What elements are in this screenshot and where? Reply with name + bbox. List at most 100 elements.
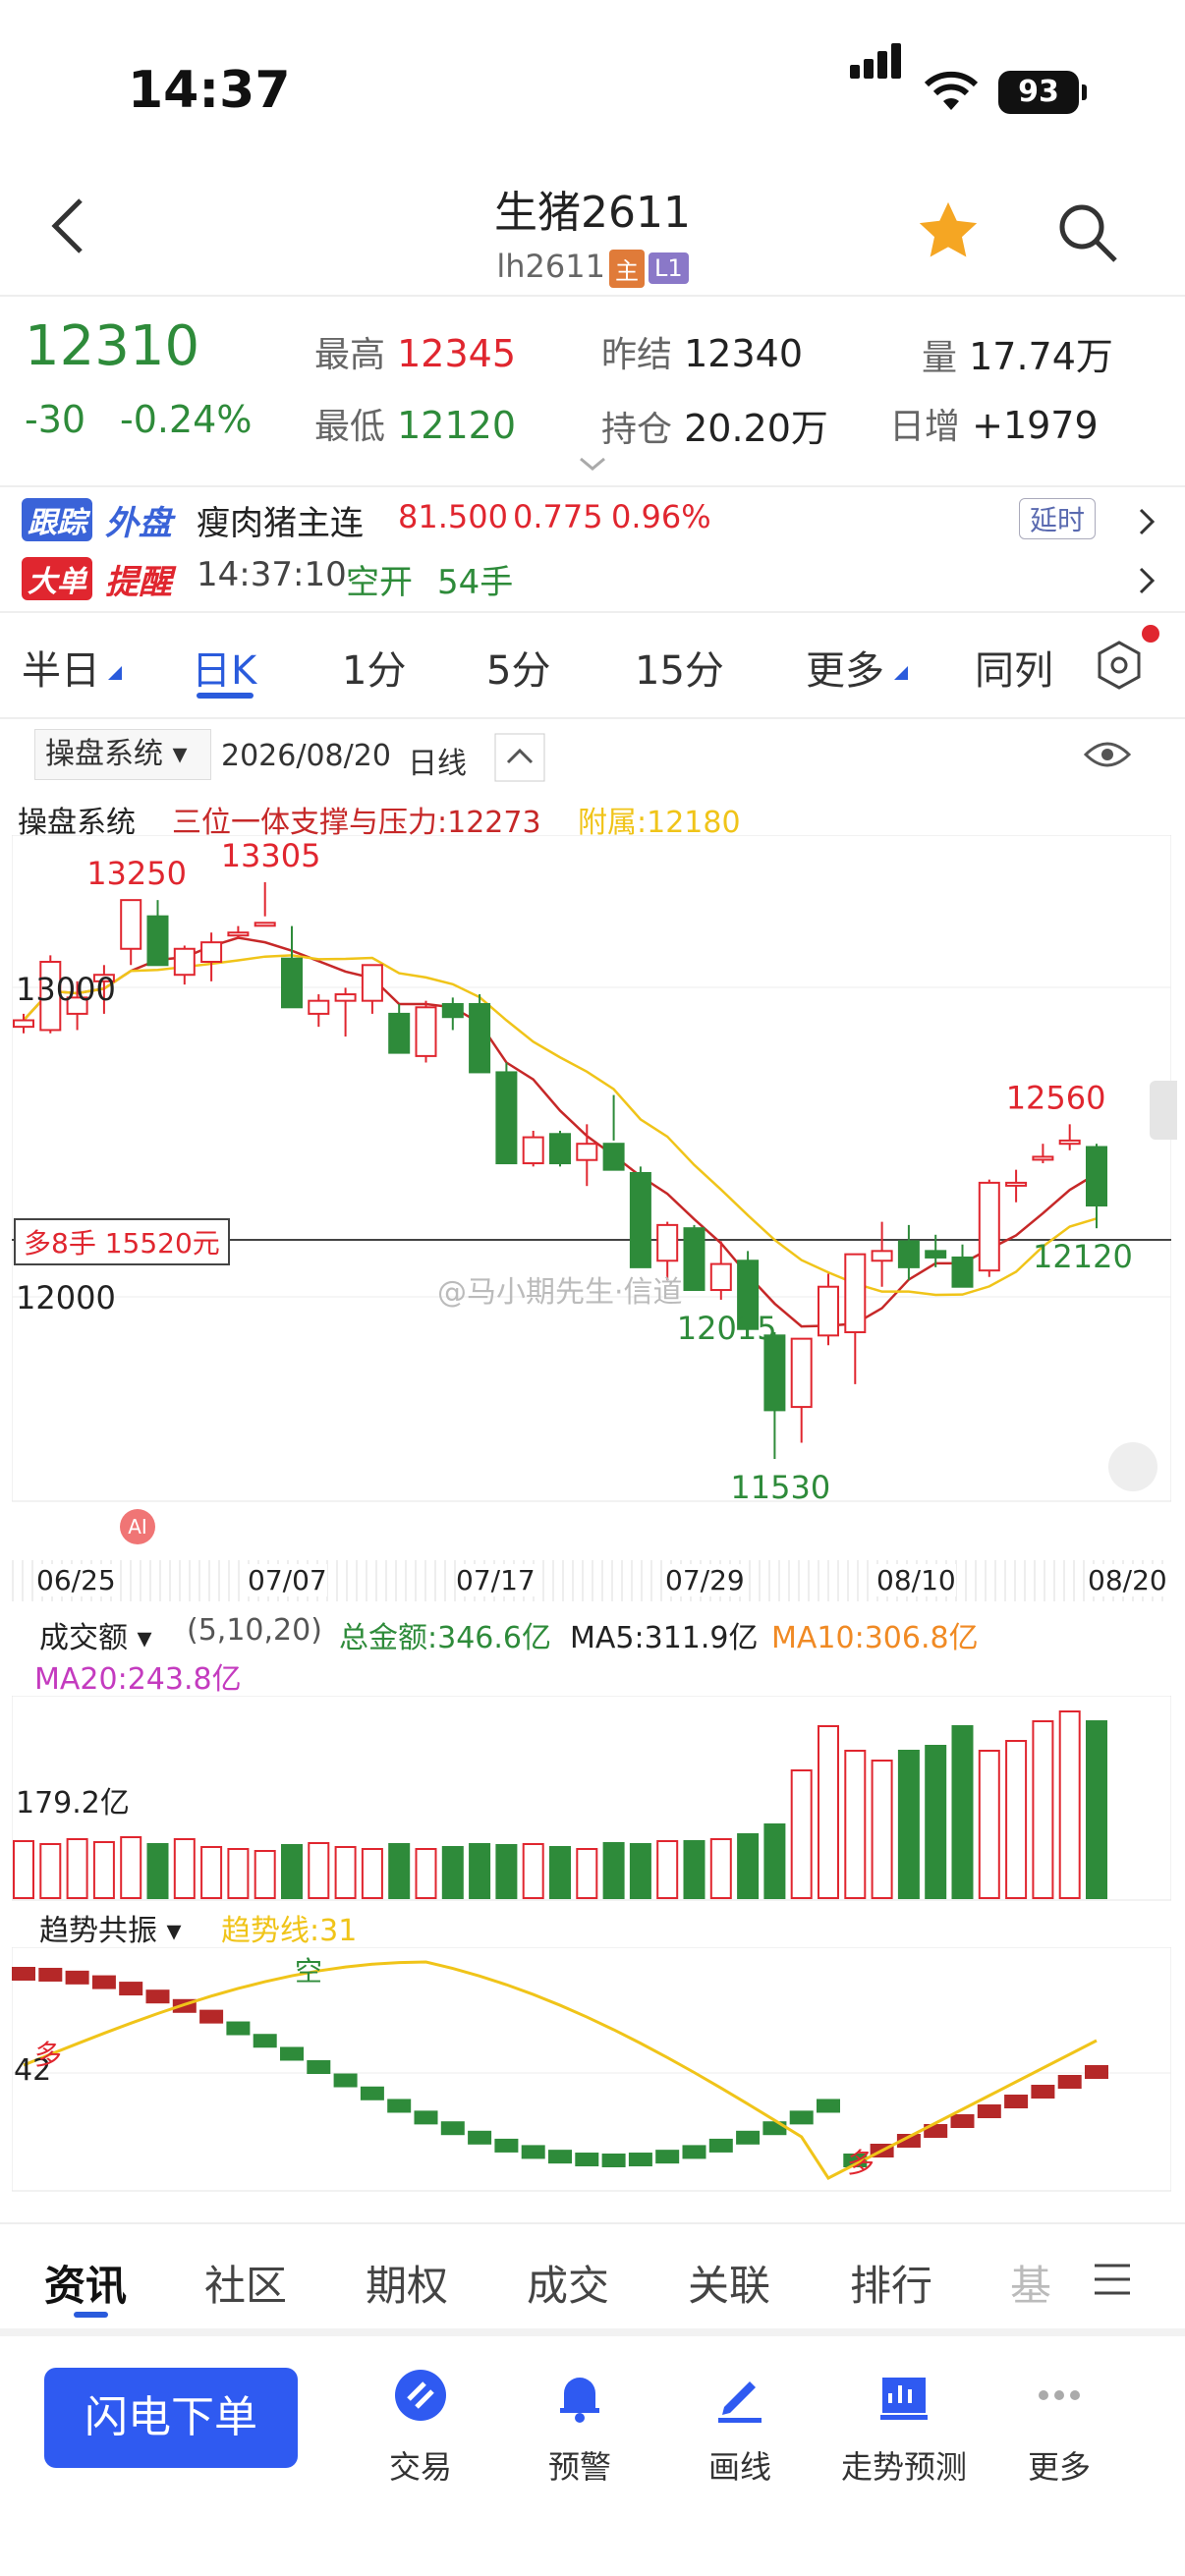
volume-bar (469, 1843, 491, 1899)
candle[interactable] (308, 999, 330, 1015)
favorite-star-icon[interactable] (914, 196, 983, 265)
system-selector[interactable]: 操盘系统 ▾ (34, 729, 211, 780)
trend-block (38, 1967, 63, 1982)
chart-date: 2026/08/20 (221, 739, 391, 773)
candle[interactable] (1005, 1181, 1028, 1187)
date-label: 08/20 (1088, 1564, 1167, 1596)
tab-5min[interactable]: 5分 (486, 639, 550, 696)
active-tab-indicator (74, 2312, 108, 2318)
menu-icon[interactable] (1093, 2263, 1132, 2296)
tab-fundamental[interactable]: 基 (1010, 2253, 1051, 2313)
candle[interactable] (1086, 1146, 1107, 1207)
tab-same-list[interactable]: 同列 (975, 639, 1053, 696)
candle[interactable] (281, 957, 303, 1009)
settings-hex-icon[interactable] (1093, 639, 1146, 692)
candle[interactable] (656, 1223, 679, 1262)
candle[interactable] (227, 931, 250, 937)
fullscreen-icon[interactable] (1108, 1442, 1157, 1491)
candle[interactable] (790, 1337, 813, 1409)
price-level-12000: 12000 (16, 1279, 116, 1316)
trend-chart (12, 1947, 1171, 2192)
candle[interactable] (925, 1250, 947, 1259)
more-button[interactable]: 更多 (1000, 2366, 1118, 2488)
candle[interactable] (334, 993, 357, 1002)
draw-button[interactable]: 画线 (681, 2366, 799, 2488)
trend-indicator-name[interactable]: 趋势共振 ▾ (39, 1906, 182, 1949)
tab-news[interactable]: 资讯 (44, 2253, 127, 2313)
draw-label: 画线 (707, 2448, 771, 2486)
candlestick-chart[interactable]: 13250 13305 12015 11530 12560 12120 (12, 835, 1171, 1503)
candle[interactable] (173, 947, 196, 977)
tab-related[interactable]: 关联 (688, 2253, 770, 2313)
tab-trades[interactable]: 成交 (527, 2253, 609, 2313)
prev-settle-value: 12340 (684, 332, 803, 375)
day-increase-label: 日增 (889, 407, 961, 447)
candle[interactable] (361, 964, 383, 1002)
candle[interactable] (818, 1285, 839, 1337)
flash-order-button[interactable]: 闪电下单 (44, 2368, 298, 2468)
dropdown-triangle-icon (894, 666, 908, 680)
candle[interactable] (388, 1012, 411, 1054)
volume-bar (1058, 1710, 1081, 1899)
alert-row[interactable]: 大单 提醒 14:37:10 空开 54手 (22, 555, 1181, 602)
volume-total: 总金额:346.6亿 (339, 1621, 551, 1655)
candle[interactable] (978, 1181, 1000, 1272)
trend-block (817, 2099, 840, 2113)
candle[interactable] (254, 922, 276, 927)
tab-more[interactable]: 更多 (806, 639, 884, 696)
side-handle[interactable] (1150, 1081, 1177, 1140)
candle[interactable] (120, 899, 142, 950)
candle[interactable] (441, 1002, 464, 1019)
volume-label: 量 (922, 338, 958, 378)
candle[interactable] (897, 1240, 920, 1268)
volume-bar (146, 1843, 169, 1899)
candle[interactable] (576, 1143, 598, 1161)
trend-block (91, 1975, 116, 1989)
pen-icon (718, 2381, 762, 2423)
eye-icon[interactable] (1084, 739, 1131, 770)
tab-half-day[interactable]: 半日 (22, 639, 100, 696)
follow-row[interactable]: 跟踪 外盘 瘦肉猪主连 81.500 0.775 0.96% 延时 (22, 496, 1181, 543)
candle[interactable] (602, 1143, 625, 1171)
candle[interactable] (709, 1262, 732, 1292)
tab-ranking[interactable]: 排行 (850, 2253, 932, 2313)
trade-button[interactable]: 交易 (362, 2366, 480, 2488)
candle[interactable] (13, 1019, 34, 1029)
tab-15min[interactable]: 15分 (635, 639, 724, 696)
chevron-right-icon (1139, 567, 1156, 594)
candle[interactable] (146, 915, 169, 967)
candle[interactable] (1058, 1139, 1081, 1146)
candle[interactable] (415, 1006, 437, 1057)
candle[interactable] (951, 1256, 974, 1288)
alert-button[interactable]: 预警 (521, 2366, 639, 2488)
trend-block (762, 2121, 787, 2136)
tab-options[interactable]: 期权 (366, 2253, 448, 2313)
candle[interactable] (200, 941, 223, 963)
candle[interactable] (549, 1133, 571, 1165)
ai-badge[interactable]: AI (120, 1509, 155, 1544)
volume-bar (415, 1848, 437, 1899)
candle[interactable] (683, 1227, 705, 1292)
trend-forecast-button[interactable]: 走势预测 (835, 2366, 973, 2488)
expand-chevron-icon[interactable] (578, 456, 607, 472)
candle[interactable] (522, 1136, 544, 1165)
volume-name: 成交额 (39, 1621, 128, 1655)
tab-community[interactable]: 社区 (204, 2253, 287, 2313)
price-annotation: 12560 (1006, 1079, 1106, 1116)
candle[interactable] (629, 1171, 651, 1268)
candle[interactable] (871, 1250, 893, 1262)
volume-indicator-name[interactable]: 成交额 ▾ (39, 1613, 152, 1656)
candle[interactable] (1032, 1155, 1054, 1161)
collapse-up-icon[interactable] (494, 733, 545, 782)
candle[interactable] (469, 1002, 491, 1074)
alert-qty: 54手 (437, 563, 514, 602)
high-label: 最高 (314, 335, 386, 375)
more-label: 更多 (1027, 2448, 1091, 2486)
date-label: 07/29 (665, 1564, 745, 1596)
tab-daily-k[interactable]: 日K (192, 639, 256, 696)
candle[interactable] (495, 1071, 518, 1165)
tab-1min[interactable]: 1分 (342, 639, 406, 696)
trend-block (280, 2046, 304, 2061)
candle[interactable] (844, 1253, 867, 1334)
search-icon[interactable] (1056, 201, 1119, 264)
